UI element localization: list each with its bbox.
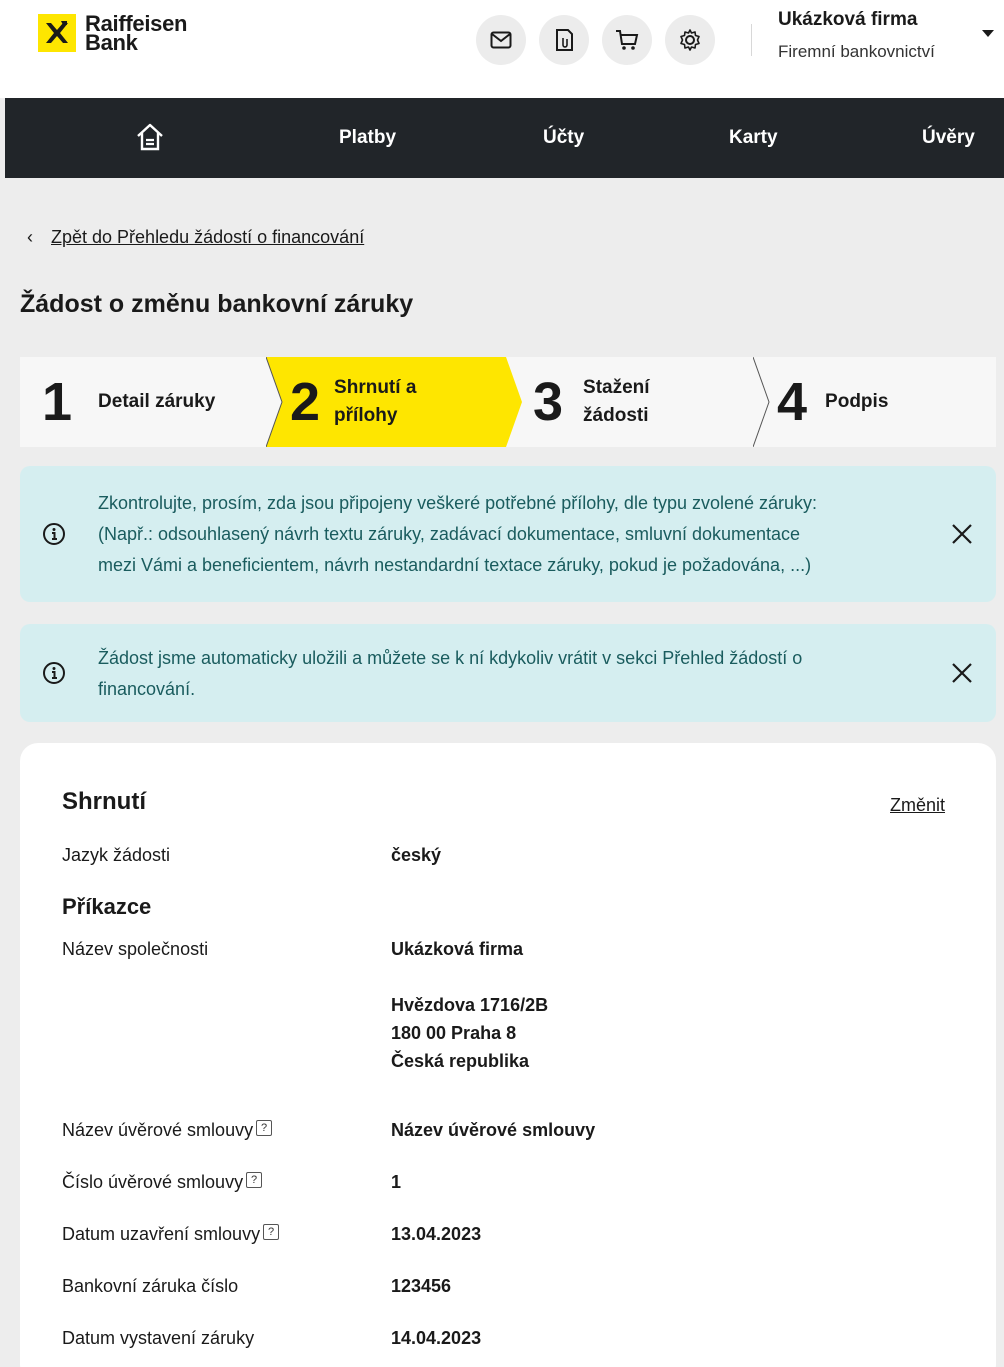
row-label-text: Název úvěrové smlouvy	[62, 1120, 254, 1140]
progress-stepper: 1 Detail záruky 2 Shrnutí a přílohy 3 St…	[20, 357, 996, 447]
company-name[interactable]: Ukázková firma	[778, 9, 917, 31]
nav-item-karty[interactable]: Karty	[729, 127, 778, 149]
cart-icon[interactable]	[602, 15, 652, 65]
close-icon[interactable]	[950, 522, 974, 546]
step-4[interactable]: 4 Podpis	[777, 357, 888, 447]
help-icon[interactable]: ?	[246, 1171, 263, 1188]
home-icon[interactable]	[135, 122, 165, 157]
step-label-line: Stažení	[583, 377, 650, 398]
language-value: český	[391, 845, 442, 865]
step-label-line: Shrnutí a	[334, 377, 417, 398]
help-icon[interactable]: ?	[256, 1119, 273, 1136]
guarantee-issue-date-label: Datum vystavení záruky	[62, 1328, 255, 1348]
logo-text: Raiffeisen Bank	[85, 13, 187, 54]
row-label-text: Datum uzavření smlouvy	[62, 1224, 261, 1244]
summary-title: Shrnutí	[62, 788, 146, 815]
header-divider	[751, 24, 752, 56]
step-label: Detail záruky	[98, 391, 216, 412]
mail-icon[interactable]	[476, 15, 526, 65]
step-label: Stažení žádosti	[583, 374, 650, 430]
company-name-label: Název společnosti	[62, 939, 209, 959]
back-link[interactable]: Zpět do Přehledu žádostí o financování	[51, 227, 364, 248]
language-label: Jazyk žádosti	[62, 845, 171, 865]
guarantee-number-label: Bankovní záruka číslo	[62, 1276, 239, 1296]
chevron-left-icon[interactable]: ‹	[27, 227, 33, 248]
loan-contract-name-label: Název úvěrové smlouvy ?	[62, 1119, 273, 1141]
guarantee-issue-date-value: 14.04.2023	[391, 1328, 482, 1348]
caret-down-icon[interactable]	[982, 30, 994, 37]
settings-icon[interactable]	[665, 15, 715, 65]
company-subtitle: Firemní bankovnictví	[778, 42, 935, 61]
logo-mark-icon	[38, 14, 76, 52]
company-address: Hvězdova 1716/2B 180 00 Praha 8 Česká re…	[391, 991, 548, 1075]
step-3[interactable]: 3 Stažení žádosti	[533, 357, 650, 447]
step-2-active[interactable]: 2 Shrnutí a přílohy	[290, 357, 416, 447]
alert-line: Žádost jsme automaticky uložili a můžete…	[98, 648, 803, 668]
contract-date-label: Datum uzavření smlouvy ?	[62, 1223, 280, 1245]
help-icon[interactable]: ?	[263, 1223, 280, 1240]
nav-item-platby[interactable]: Platby	[339, 127, 396, 149]
company-name-value: Ukázková firma	[391, 939, 524, 959]
address-line: Hvězdova 1716/2B	[391, 995, 549, 1015]
raiffeisen-logo[interactable]: Raiffeisen Bank	[38, 13, 187, 54]
change-link[interactable]: Změnit	[890, 795, 945, 816]
main-navigation: Platby Účty Karty Úvěry	[5, 98, 1004, 178]
nav-item-ucty[interactable]: Účty	[543, 127, 584, 149]
step-number: 4	[777, 372, 808, 432]
step-label-line: přílohy	[334, 405, 398, 426]
info-icon	[43, 523, 65, 545]
step-number: 1	[42, 372, 73, 432]
close-icon[interactable]	[950, 661, 974, 685]
step-number: 3	[533, 372, 564, 432]
info-alert-autosave: Žádost jsme automaticky uložili a můžete…	[20, 624, 996, 722]
alert-text: Žádost jsme automaticky uložili a můžete…	[98, 643, 802, 705]
info-alert-attachments: Zkontrolujte, prosím, zda jsou připojeny…	[20, 466, 996, 602]
step-separator	[266, 357, 283, 447]
alert-line: (Např.: odsouhlasený návrh textu záruky,…	[98, 524, 801, 544]
address-line: Česká republika	[391, 1051, 530, 1071]
loan-contract-name-value: Název úvěrové smlouvy	[391, 1120, 596, 1140]
address-line: 180 00 Praha 8	[391, 1023, 517, 1043]
loan-contract-number-value: 1	[391, 1172, 402, 1192]
row-label-text: Číslo úvěrové smlouvy	[62, 1172, 244, 1192]
contract-date-value: 13.04.2023	[391, 1224, 482, 1244]
alert-line: Zkontrolujte, prosím, zda jsou připojeny…	[98, 493, 818, 513]
step-label-line: žádosti	[583, 405, 649, 426]
alert-text: Zkontrolujte, prosím, zda jsou připojeny…	[98, 488, 817, 581]
header-icon-group	[476, 15, 715, 65]
step-separator	[753, 357, 770, 447]
alert-line: financování.	[98, 679, 196, 699]
back-link-row: ‹ Zpět do Přehledu žádostí o financování	[27, 227, 364, 248]
step-label: Shrnutí a přílohy	[334, 374, 416, 430]
loan-contract-number-label: Číslo úvěrové smlouvy ?	[62, 1171, 263, 1193]
guarantee-number-value: 123456	[391, 1276, 452, 1296]
nav-item-uvery[interactable]: Úvěry	[922, 127, 975, 149]
summary-card: Shrnutí Změnit Jazyk žádosti český Příka…	[20, 743, 996, 1367]
section-principal: Příkazce	[62, 894, 152, 919]
document-attachment-icon[interactable]	[539, 15, 589, 65]
info-icon	[43, 662, 65, 684]
step-label: Podpis	[825, 391, 889, 412]
step-number: 2	[290, 372, 321, 432]
alert-line: mezi Vámi a beneficientem, návrh nestand…	[98, 555, 812, 575]
top-header: Raiffeisen Bank Ukázková firma Firemní b…	[0, 0, 1004, 98]
page-title: Žádost o změnu bankovní záruky	[20, 290, 414, 318]
step-1[interactable]: 1 Detail záruky	[42, 357, 215, 447]
